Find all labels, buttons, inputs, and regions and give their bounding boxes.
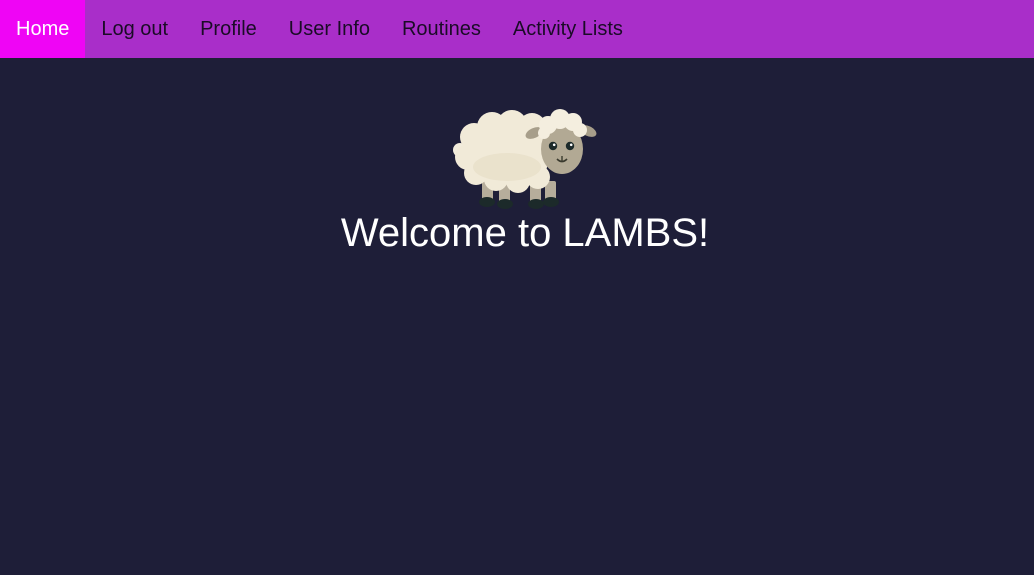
- welcome-heading: Welcome to LAMBS!: [340, 211, 710, 255]
- nav-item-user-info[interactable]: User Info: [273, 0, 386, 58]
- nav-item-home[interactable]: Home: [0, 0, 86, 58]
- nav-item-log-out[interactable]: Log out: [85, 0, 184, 58]
- top-nav: Home Log out Profile User Info Routines …: [0, 0, 1034, 58]
- nav-item-activity-lists[interactable]: Activity Lists: [497, 0, 639, 58]
- nav-item-routines[interactable]: Routines: [386, 0, 497, 58]
- sheep-icon: [453, 109, 597, 209]
- nav-item-profile[interactable]: Profile: [184, 0, 273, 58]
